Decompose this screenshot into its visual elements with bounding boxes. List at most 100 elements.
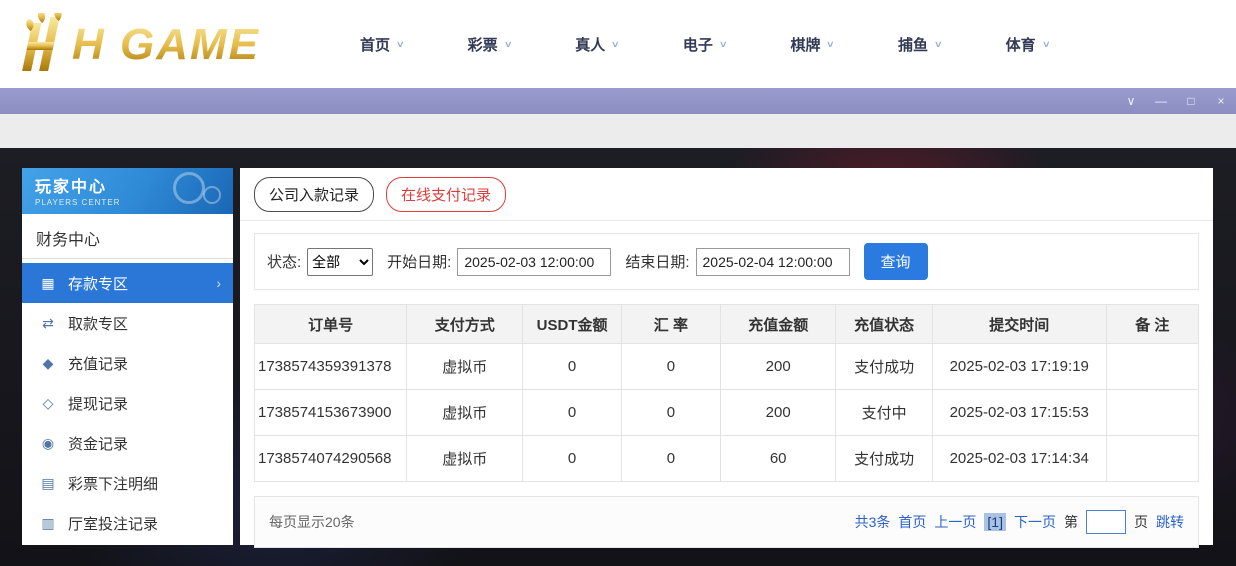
sidebar-item-label: 提现记录 [68,393,128,414]
nav-item-board-games[interactable]: 棋牌 ∨ [782,28,842,61]
chevron-down-icon: ∨ [934,39,943,50]
table-cell [1106,390,1198,436]
pagination-bar: 每页显示20条 共3条 首页 上一页 [1] 下一页 第 页 跳转 [254,496,1199,548]
tab-online-payment-records[interactable]: 在线支付记录 [386,177,506,212]
column-header: 支付方式 [407,305,523,344]
sidebar-item-withdrawal-records[interactable]: ◇提现记录 [22,383,233,423]
table-cell: 虚拟币 [407,436,523,482]
column-header: 汇 率 [621,305,720,344]
table-cell: 支付成功 [836,436,932,482]
nav-item-slots[interactable]: 电子 ∨ [675,28,735,61]
tab-company-deposit-records[interactable]: 公司入款记录 [254,177,374,212]
chevron-down-icon: ∨ [826,39,835,50]
table-cell: 虚拟币 [407,344,523,390]
prev-page-link[interactable]: 上一页 [934,512,976,532]
column-header: 提交时间 [932,305,1106,344]
end-date-input[interactable] [696,248,850,276]
table-cell: 1738574074290568 [255,436,407,482]
gray-strip [0,114,1236,148]
table-cell: 2025-02-03 17:19:19 [932,344,1106,390]
table-cell: 60 [721,436,836,482]
page-number-input[interactable] [1086,510,1126,534]
table-cell [1106,436,1198,482]
table-header: 订单号支付方式USDT金额汇 率充值金额充值状态提交时间备 注 [255,305,1199,344]
logo-graphic: H GAME [14,13,300,75]
nav-item-fishing[interactable]: 捕鱼 ∨ [890,28,950,61]
nav-item-live[interactable]: 真人 ∨ [567,28,627,61]
table-cell: 1738574153673900 [255,390,407,436]
sidebar-item-funds-records[interactable]: ◉资金记录 [22,423,233,463]
sidebar-header: 玩家中心 PLAYERS CENTER [22,168,233,214]
chevron-down-icon: ∨ [503,39,512,50]
window-expand-icon[interactable]: ∨ [1116,88,1146,114]
next-page-link[interactable]: 下一页 [1014,512,1056,532]
status-label: 状态: [267,251,301,272]
sidebar-item-label: 彩票下注明细 [68,473,158,494]
jump-link[interactable]: 跳转 [1156,512,1184,532]
chevron-down-icon: ∨ [1041,39,1050,50]
window-maximize-icon[interactable]: □ [1176,88,1206,114]
pager: 共3条 首页 上一页 [1] 下一页 第 页 跳转 [855,510,1184,534]
start-date-label: 开始日期: [387,251,451,272]
window-bar: ∨—□× [0,88,1236,114]
table-cell: 2025-02-03 17:14:34 [932,436,1106,482]
content-panel: 公司入款记录在线支付记录 状态: 全部 开始日期: 结束日期: 查询 订单号支付… [240,168,1213,545]
window-minimize-icon[interactable]: — [1146,88,1176,114]
table-cell: 支付成功 [836,344,932,390]
column-header: 订单号 [255,305,407,344]
sidebar: 玩家中心 PLAYERS CENTER 财务中心 ▦存款专区›⇄取款专区 ◆ 充值记… [22,168,233,545]
sidebar-menu: ▦存款专区›⇄取款专区 ◆ 充值记录 ◇提现记录◉资金记录▤彩票下注明细▥厅室投注记录 [22,263,233,543]
table-row: 1738574074290568虚拟币0060支付成功2025-02-03 17… [255,436,1199,482]
record-tabs: 公司入款记录在线支付记录 [240,168,1213,221]
sidebar-section-title: 财务中心 [22,214,233,259]
table-cell: 2025-02-03 17:15:53 [932,390,1106,436]
chevron-right-icon: › [216,275,221,291]
total-count-label: 共3条 [855,512,891,532]
sidebar-item-label: 资金记录 [68,433,128,454]
table-cell: 0 [523,390,621,436]
nav-item-label: 棋牌 [790,34,820,55]
table-cell: 支付中 [836,390,932,436]
chevron-down-icon: ∨ [396,39,405,50]
logo-emblem-icon [16,13,63,71]
sidebar-item-recharge-records[interactable]: ◆ 充值记录 [22,343,233,383]
nav-item-label: 电子 [683,34,713,55]
table-cell: 200 [721,390,836,436]
chevron-down-icon: ∨ [611,39,620,50]
table-row: 1738574359391378虚拟币00200支付成功2025-02-03 1… [255,344,1199,390]
table-header-row: 订单号支付方式USDT金额汇 率充值金额充值状态提交时间备 注 [255,305,1199,344]
query-button[interactable]: 查询 [864,243,928,280]
records-table: 订单号支付方式USDT金额汇 率充值金额充值状态提交时间备 注 17385743… [254,304,1199,482]
decoration-ring-icon [203,186,221,204]
column-header: USDT金额 [523,305,621,344]
page-backdrop: 玩家中心 PLAYERS CENTER 财务中心 ▦存款专区›⇄取款专区 ◆ 充值记… [0,148,1236,566]
table-cell: 虚拟币 [407,390,523,436]
status-select[interactable]: 全部 [307,248,373,276]
table-body: 1738574359391378虚拟币00200支付成功2025-02-03 1… [255,344,1199,482]
sidebar-item-lottery-bet-details[interactable]: ▤彩票下注明细 [22,463,233,503]
nav-item-label: 体育 [1006,34,1036,55]
table-cell: 200 [721,344,836,390]
nav-item-lottery[interactable]: 彩票∨ [460,28,520,61]
nav-item-label: 捕鱼 [898,34,928,55]
sidebar-item-hall-bet-records[interactable]: ▥厅室投注记录 [22,503,233,543]
window-close-icon[interactable]: × [1206,88,1236,114]
nav-item-sports[interactable]: 体育 ∨ [998,28,1058,61]
first-page-link[interactable]: 首页 [898,512,926,532]
table-cell [1106,344,1198,390]
sidebar-item-deposit-zone[interactable]: ▦存款专区› [22,263,233,303]
nav-item-home[interactable]: 首页∨ [352,28,412,61]
withdraw-icon: ⇄ [38,315,58,332]
main-nav: 首页∨ 彩票∨ 真人 ∨ 电子 ∨ 棋牌 ∨ 捕鱼 ∨ 体育 ∨ [352,28,1105,61]
sidebar-item-withdraw-zone[interactable]: ⇄取款专区 [22,303,233,343]
start-date-input[interactable] [457,248,611,276]
nav-item-label: 真人 [575,34,605,55]
recharge-record-icon: ◆ [38,355,58,372]
sidebar-item-label: 充值记录 [68,353,128,374]
decoration-ring-icon [173,172,205,204]
table-row: 1738574153673900虚拟币00200支付中2025-02-03 17… [255,390,1199,436]
finance-center-label: 财务中心 [36,232,100,249]
chevron-down-icon: ∨ [719,39,728,50]
logo[interactable]: H GAME [14,13,300,75]
current-page-indicator: [1] [984,513,1006,531]
